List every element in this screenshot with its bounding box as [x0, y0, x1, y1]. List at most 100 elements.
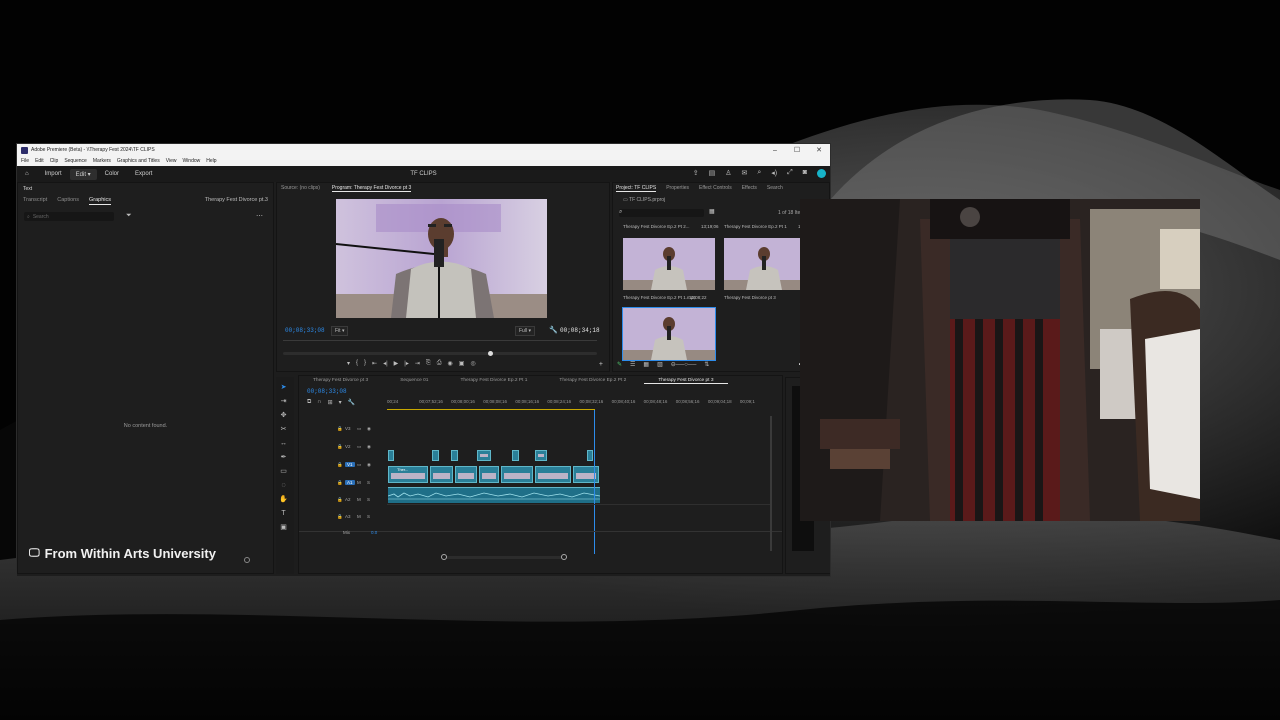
tab-source[interactable]: Source: (no clips) [281, 185, 320, 192]
project-thumbnail[interactable] [724, 238, 802, 290]
video-clip[interactable] [512, 450, 519, 461]
out-point-icon[interactable]: } [364, 360, 366, 367]
menu-clip[interactable]: Clip [50, 158, 59, 164]
linked-select-icon[interactable]: ⊞ [328, 399, 333, 406]
avatar[interactable] [817, 169, 826, 178]
timeline-ruler[interactable]: 00;24 00;07;52;16 00;08;00;16 00;08;08;16 00… [387, 399, 772, 409]
hand-tool-icon[interactable]: ✋ [279, 495, 288, 504]
step-back-icon[interactable]: ◂| [383, 360, 388, 367]
compare-icon[interactable]: ▣ [459, 360, 465, 367]
fullscreen-icon[interactable]: ⤢ [787, 169, 793, 178]
track-label[interactable]: A2 [345, 497, 351, 502]
video-clip[interactable] [501, 466, 533, 483]
program-video-frame[interactable] [336, 199, 547, 318]
play-icon[interactable]: ▶ [394, 360, 399, 367]
search-icon[interactable]: ⌕ [757, 169, 761, 178]
menu-help[interactable]: Help [206, 158, 216, 164]
caption-tool-icon[interactable]: ▣ [279, 523, 288, 532]
pencil-icon[interactable]: ✎ [617, 361, 622, 368]
video-clip[interactable] [479, 466, 499, 483]
lock-icon[interactable]: 🔒 [337, 480, 343, 486]
lock-icon[interactable]: 🔒 [337, 462, 343, 468]
volume-icon[interactable]: ◂) [771, 169, 777, 178]
ripple-edit-tool-icon[interactable]: ✥ [279, 411, 288, 420]
horizontal-zoom-scrollbar[interactable] [441, 554, 567, 560]
vr-icon[interactable]: ◎ [470, 360, 475, 367]
minimize-button[interactable]: – [764, 144, 786, 156]
workspace-color[interactable]: Color [97, 171, 127, 177]
person-icon[interactable]: ♙ [725, 169, 731, 178]
eye-icon[interactable]: ◉ [367, 444, 371, 450]
track-label[interactable]: V2 [345, 444, 351, 449]
track-label[interactable]: V1 [345, 462, 355, 467]
timeline-tab[interactable]: Sequence 01 [386, 378, 442, 384]
sort-icon[interactable]: ⇅ [704, 361, 709, 368]
selection-tool-icon[interactable]: ➤ [279, 383, 288, 392]
nest-icon[interactable]: ⧉ [307, 399, 311, 406]
overwrite-icon[interactable]: ⎙ [437, 360, 442, 367]
feedback-icon[interactable]: ✉ [742, 169, 748, 178]
vertical-scrollbar[interactable] [770, 416, 772, 551]
tab-transcript[interactable]: Transcript [23, 197, 47, 205]
eye-icon[interactable]: ◉ [367, 462, 371, 468]
timeline-timecode[interactable]: 00;08;33;08 [307, 388, 347, 395]
camera-icon[interactable]: ◉ [448, 360, 453, 367]
workspace-import[interactable]: Import [37, 171, 70, 177]
go-to-in-icon[interactable]: ⇤ [372, 360, 377, 367]
type-tool-icon[interactable]: T [279, 509, 288, 518]
graphics-search-input[interactable]: ⌕ Search [24, 212, 114, 221]
filter-icon[interactable]: ⏷ [126, 212, 132, 220]
monitor-playhead[interactable] [488, 351, 494, 356]
solo-icon[interactable]: S [367, 480, 370, 485]
menu-sequence[interactable]: Sequence [64, 158, 87, 164]
razor-tool-icon[interactable]: ✂ [279, 425, 288, 434]
menu-window[interactable]: Window [182, 158, 200, 164]
menu-file[interactable]: File [21, 158, 29, 164]
video-clip[interactable] [477, 450, 491, 461]
panel-icon[interactable]: ▤ [709, 169, 716, 178]
settings-icon[interactable]: 🔧 [348, 399, 355, 406]
lock-icon[interactable]: 🔒 [337, 497, 343, 503]
in-point-icon[interactable]: { [356, 360, 358, 367]
project-thumbnail[interactable] [623, 238, 715, 290]
insert-icon[interactable]: ⎘ [426, 360, 431, 367]
eye-icon[interactable]: ◉ [367, 426, 371, 432]
fit-dropdown[interactable]: Fit ▾ [331, 326, 349, 336]
video-clip[interactable] [451, 450, 458, 461]
workspace-edit[interactable]: Edit ▾ [69, 168, 97, 180]
share-icon[interactable]: ⇪ [693, 169, 699, 178]
track-select-tool-icon[interactable]: ⇥ [279, 397, 288, 406]
sync-lock-icon[interactable]: ▭ [357, 462, 361, 468]
lock-icon[interactable]: 🔒 [337, 426, 343, 432]
bin-icon[interactable]: ▦ [709, 208, 715, 215]
freeform-view-icon[interactable]: ▧ [657, 361, 663, 368]
tab-project[interactable]: Project: TF CLIPS [616, 185, 657, 192]
wrench-icon[interactable]: 🔧 [549, 326, 558, 334]
track-area[interactable]: Ther... [387, 410, 772, 554]
menu-markers[interactable]: Markers [93, 158, 111, 164]
slip-tool-icon[interactable]: ↔ [279, 439, 288, 448]
timeline-tab[interactable]: Therapy Fest Divorce Ep.2 Pt 1 [446, 378, 541, 384]
icon-view-icon[interactable]: ▦ [643, 361, 649, 368]
menu-view[interactable]: View [166, 158, 177, 164]
mute-icon[interactable]: M [357, 497, 361, 502]
rectangle-tool-icon[interactable]: ▭ [279, 467, 288, 476]
tab-effects[interactable]: Effects [742, 185, 757, 192]
resize-handle[interactable] [244, 557, 250, 563]
monitor-scrubber[interactable] [283, 351, 597, 356]
lock-icon[interactable]: 🔒 [337, 444, 343, 450]
sync-lock-icon[interactable]: ▭ [357, 426, 361, 432]
video-clip[interactable] [535, 450, 547, 461]
chat-icon[interactable]: ◙ [803, 169, 807, 178]
solo-icon[interactable]: S [367, 514, 370, 519]
tab-captions[interactable]: Captions [57, 197, 79, 205]
video-clip[interactable] [535, 466, 571, 483]
project-thumbnail-selected[interactable] [622, 307, 716, 361]
track-label[interactable]: A1 [345, 480, 355, 485]
tab-graphics[interactable]: Graphics [88, 197, 111, 205]
mute-icon[interactable]: M [357, 514, 361, 519]
add-marker-icon[interactable]: ▾ [339, 399, 342, 406]
menu-graphics[interactable]: Graphics and Titles [117, 158, 160, 164]
track-label[interactable]: A3 [345, 514, 351, 519]
more-options-icon[interactable]: ⋯ [256, 212, 263, 220]
